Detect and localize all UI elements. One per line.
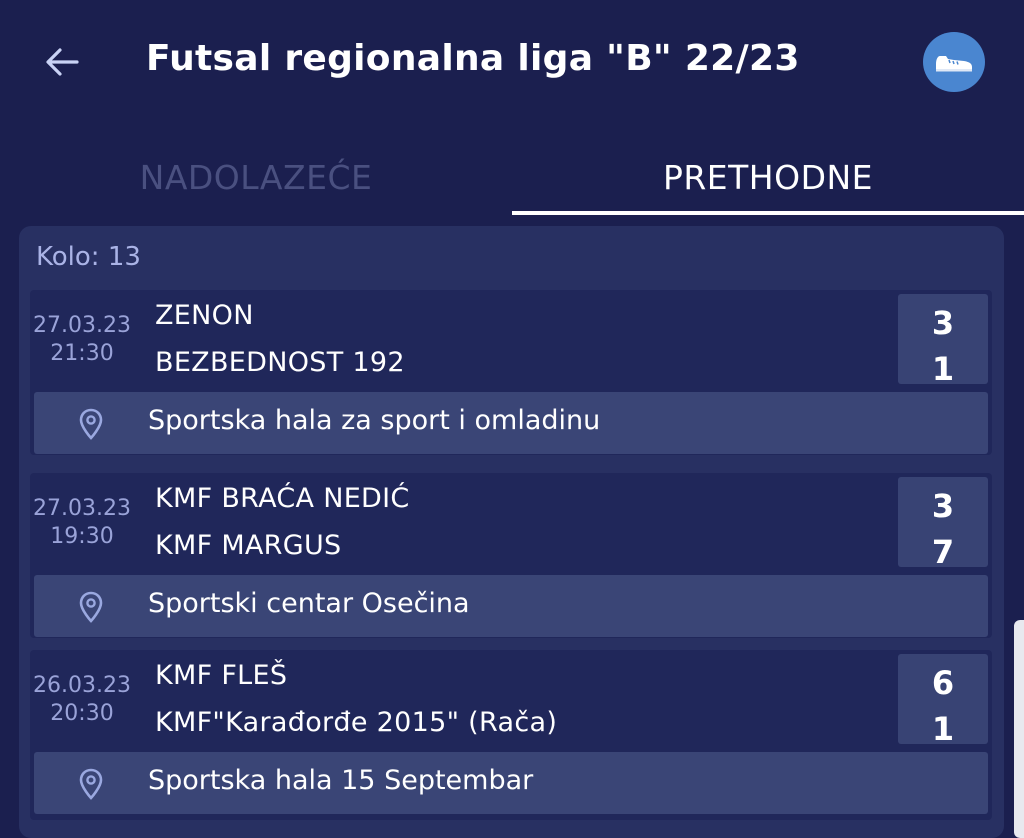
score-box: 6 1 (898, 654, 988, 748)
shoe-icon (936, 56, 972, 72)
away-score: 7 (931, 533, 955, 571)
venue-name: Sportska hala 15 Septembar (148, 765, 534, 796)
matches-panel: Kolo: 13 27.03.23 21:30 ZENON BEZBEDNOST… (19, 226, 1004, 838)
match-card[interactable]: 27.03.23 21:30 ZENON BEZBEDNOST 192 3 1 … (30, 290, 992, 455)
active-tab-indicator (512, 211, 1024, 215)
location-pin-icon (79, 768, 103, 800)
home-team: ZENON (155, 300, 254, 331)
location-pin-icon (79, 408, 103, 440)
page-title: Futsal regionalna liga "B" 22/23 (146, 38, 800, 79)
tab-upcoming[interactable]: NADOLAZEĆE (0, 158, 512, 197)
away-team: BEZBEDNOST 192 (155, 347, 405, 378)
venue-row[interactable]: Sportski centar Osečina (34, 575, 988, 637)
round-label: Kolo: 13 (36, 242, 141, 272)
venue-name: Sportska hala za sport i omladinu (148, 405, 601, 436)
tab-bar: NADOLAZEĆE PRETHODNE (0, 150, 1024, 216)
home-score: 3 (931, 487, 955, 525)
match-date: 27.03.23 (33, 496, 131, 521)
away-score: 1 (931, 710, 955, 748)
match-time: 21:30 (50, 341, 114, 366)
app-screen: Futsal regionalna liga "B" 22/23 NADOLAZ… (0, 0, 1024, 838)
match-card[interactable]: 26.03.23 20:30 KMF FLEŠ KMF"Karađorđe 20… (30, 650, 992, 820)
match-date: 26.03.23 (33, 673, 131, 698)
scrollbar-thumb[interactable] (1014, 620, 1024, 838)
score-box: 3 7 (898, 477, 988, 571)
home-team: KMF FLEŠ (155, 660, 288, 691)
tab-previous[interactable]: PRETHODNE (512, 158, 1024, 197)
sport-button[interactable] (923, 32, 985, 92)
arrow-left-icon (46, 48, 79, 76)
venue-name: Sportski centar Osečina (148, 588, 470, 619)
venue-row[interactable]: Sportska hala za sport i omladinu (34, 392, 988, 454)
venue-row[interactable]: Sportska hala 15 Septembar (34, 752, 988, 814)
match-time: 19:30 (50, 524, 114, 549)
back-button[interactable] (40, 40, 84, 84)
away-team: KMF MARGUS (155, 530, 342, 561)
match-card[interactable]: 27.03.23 19:30 KMF BRAĆA NEDIĆ KMF MARGU… (30, 473, 992, 638)
home-score: 6 (931, 664, 955, 702)
score-box: 3 1 (898, 294, 988, 388)
home-team: KMF BRAĆA NEDIĆ (155, 483, 410, 514)
home-score: 3 (931, 304, 955, 342)
match-time: 20:30 (50, 701, 114, 726)
match-date: 27.03.23 (33, 313, 131, 338)
away-team: KMF"Karađorđe 2015" (Rača) (155, 707, 558, 738)
header: Futsal regionalna liga "B" 22/23 (0, 0, 1024, 130)
location-pin-icon (79, 591, 103, 623)
away-score: 1 (931, 350, 955, 388)
